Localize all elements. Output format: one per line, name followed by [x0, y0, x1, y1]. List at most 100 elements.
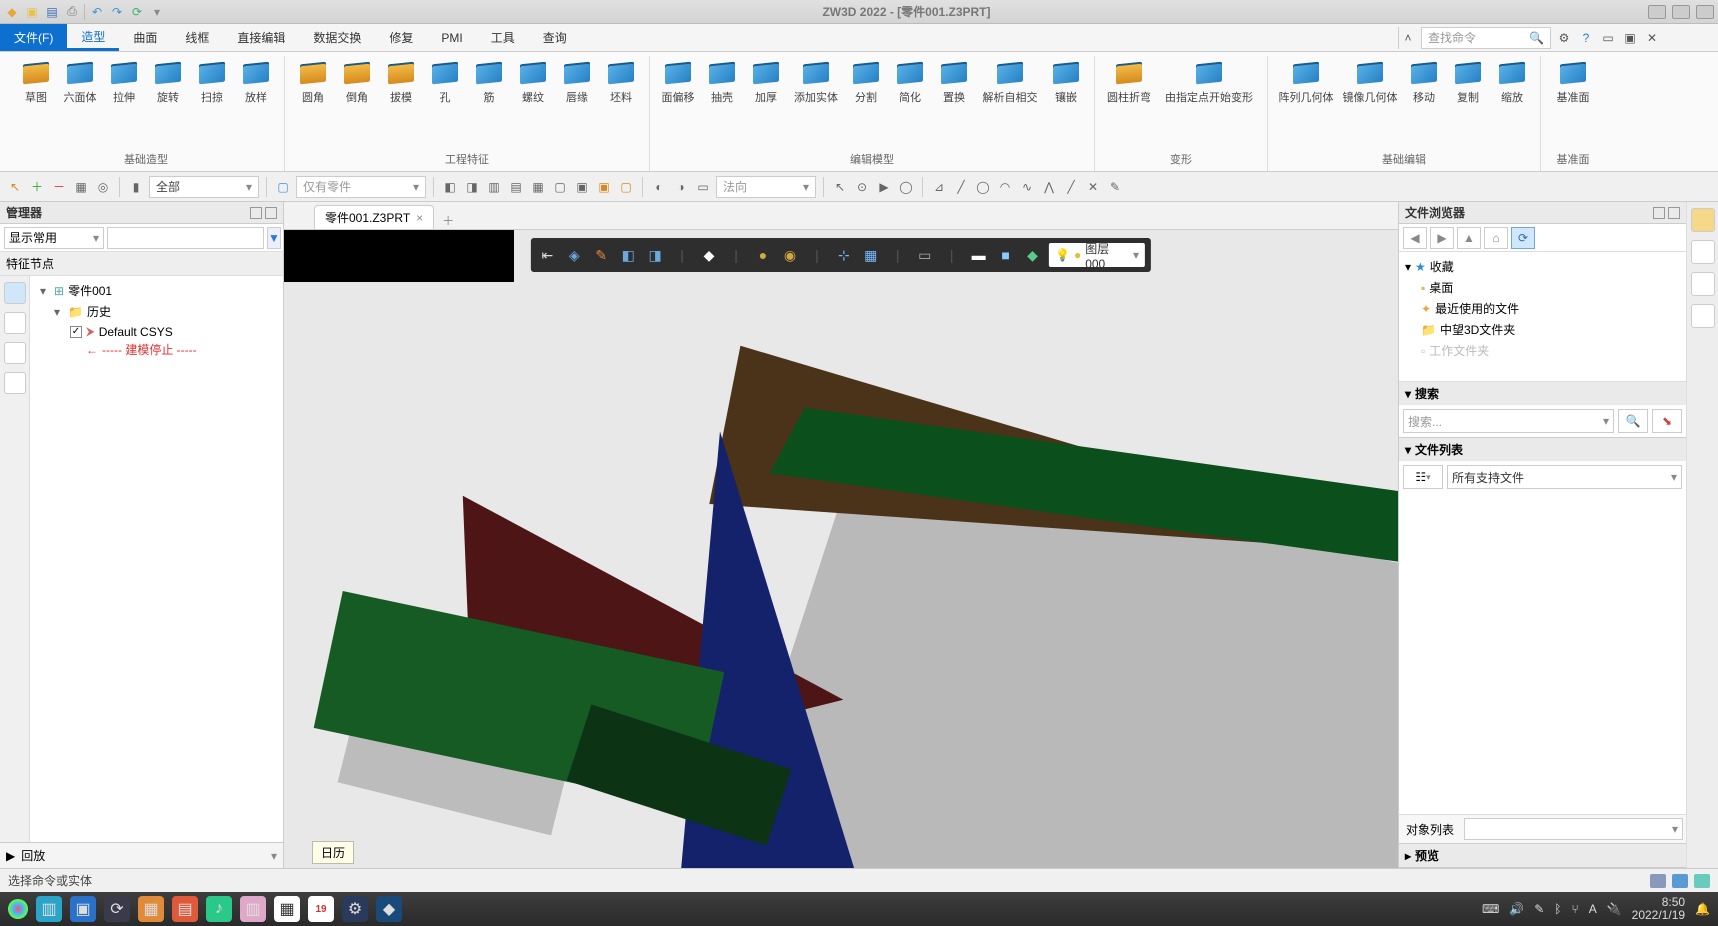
tb-ic[interactable]: ✕	[1084, 178, 1102, 196]
tb-ic[interactable]: ▶	[875, 178, 893, 196]
tb-app[interactable]: ⟳	[104, 896, 130, 922]
tree-root[interactable]: 零件001	[68, 282, 112, 299]
doc-tab[interactable]: 零件001.Z3PRT ×	[314, 205, 434, 229]
rbtn-analyze[interactable]: 解析自相交	[978, 56, 1042, 104]
save-icon[interactable]: ▤	[44, 4, 60, 20]
rbtn-extrude[interactable]: 拉伸	[104, 56, 144, 104]
tb-app[interactable]: ▣	[70, 896, 96, 922]
tree-hist[interactable]: 历史	[87, 303, 111, 320]
vtab-1[interactable]	[4, 282, 26, 304]
print-icon[interactable]: ⎙	[64, 4, 80, 20]
target-icon[interactable]: ◎	[94, 178, 112, 196]
filelist-header[interactable]: 文件列表	[1415, 441, 1463, 458]
zwfolder-label[interactable]: 中望3D文件夹	[1440, 321, 1515, 338]
v-green-icon[interactable]: ◆	[1022, 244, 1043, 266]
close2-icon[interactable]: ✕	[1643, 29, 1661, 47]
tb-app[interactable]: ▥	[36, 896, 62, 922]
status-ic1[interactable]	[1650, 874, 1666, 888]
tab-file[interactable]: 文件(F)	[0, 24, 67, 51]
v-axis-icon[interactable]: ⊹	[833, 244, 854, 266]
viewport[interactable]: ⇤ ◈ ✎ ◧ ◨ | ◆ | ● ◉ | ⊹ ▦ | ▭ | ▬ ■ ◆	[284, 230, 1398, 868]
tab-dataexchange[interactable]: 数据交换	[299, 24, 375, 51]
plus-icon[interactable]: ＋	[28, 178, 46, 196]
rbtn-hole[interactable]: 孔	[425, 56, 465, 104]
refresh-icon[interactable]: ⟳	[129, 4, 145, 20]
filter-input[interactable]	[107, 227, 264, 249]
start-icon[interactable]	[8, 899, 28, 919]
tb-ic[interactable]: ◐	[650, 178, 668, 196]
pin-icon[interactable]	[1653, 207, 1665, 219]
search-go[interactable]: 🔍	[1618, 409, 1648, 433]
search-header[interactable]: 搜索	[1415, 385, 1439, 402]
rbtn-rib[interactable]: 筋	[469, 56, 509, 104]
playback-dd[interactable]: ▾	[271, 849, 277, 863]
tab-directedit[interactable]: 直接编辑	[223, 24, 299, 51]
clock[interactable]: 8:50 2022/1/19	[1632, 896, 1685, 922]
redo-icon[interactable]: ↷	[109, 4, 125, 20]
tb-ic[interactable]: ↖	[831, 178, 849, 196]
desktop-label[interactable]: 桌面	[1429, 279, 1453, 296]
nav-fwd[interactable]: ▶	[1430, 227, 1454, 249]
select-dir-dropdown[interactable]: 法向▾	[716, 176, 816, 198]
search-input[interactable]: 搜索...▾	[1403, 409, 1614, 433]
tb-app[interactable]: ♪	[206, 896, 232, 922]
tb-app[interactable]: ▦	[138, 896, 164, 922]
tray-a-icon[interactable]: A	[1589, 902, 1597, 916]
tb-ic[interactable]: ╱	[1062, 178, 1080, 196]
tray-power-icon[interactable]: 🔌	[1607, 902, 1622, 916]
v-grid-icon[interactable]: ▦	[860, 244, 881, 266]
close-icon[interactable]	[1668, 207, 1680, 219]
rbtn-simplify[interactable]: 简化	[890, 56, 930, 104]
chart-icon[interactable]: ▮	[127, 178, 145, 196]
rbtn-thicken[interactable]: 加厚	[746, 56, 786, 104]
rbtn-sketch[interactable]: 草图	[16, 56, 56, 104]
filter-icon[interactable]: ▼	[267, 227, 281, 249]
pin-icon[interactable]	[250, 207, 262, 219]
v-gold-icon[interactable]: ●	[753, 244, 774, 266]
preview-header[interactable]: 预览	[1415, 847, 1439, 864]
maximize-button[interactable]	[1672, 5, 1690, 19]
tb-ic[interactable]: ▣	[595, 178, 613, 196]
tb-ic[interactable]: ◠	[996, 178, 1014, 196]
tb-ic[interactable]: ▦	[529, 178, 547, 196]
tb-ic[interactable]: ◯	[974, 178, 992, 196]
tb-ic[interactable]: ╱	[952, 178, 970, 196]
rbtn-addsolid[interactable]: 添加实体	[790, 56, 842, 104]
v-gold2-icon[interactable]: ◉	[779, 244, 800, 266]
v-black-icon[interactable]: ▬	[968, 244, 989, 266]
tray-volume-icon[interactable]: 🔊	[1509, 902, 1524, 916]
tb-ic[interactable]: ⊙	[853, 178, 871, 196]
dropdown-icon[interactable]: ▾	[149, 4, 165, 20]
tb-ic[interactable]: ▥	[485, 178, 503, 196]
v-screen-icon[interactable]: ▭	[914, 244, 935, 266]
tb-app[interactable]: ▥	[240, 896, 266, 922]
tab-query[interactable]: 查询	[529, 24, 581, 51]
tb-ic[interactable]: ⊿	[930, 178, 948, 196]
cursor-icon[interactable]: ↖	[6, 178, 24, 196]
minus-icon[interactable]: －	[50, 178, 68, 196]
rbtn-array[interactable]: 阵列几何体	[1276, 56, 1336, 104]
new-icon[interactable]: ◆	[4, 4, 20, 20]
rvtab-2[interactable]	[1691, 240, 1715, 264]
tray-keyboard-icon[interactable]: ⌨	[1482, 902, 1499, 916]
tab-tools[interactable]: 工具	[477, 24, 529, 51]
tray-pen-icon[interactable]: ✎	[1534, 902, 1544, 916]
rbtn-chamfer[interactable]: 倒角	[337, 56, 377, 104]
rbtn-move[interactable]: 移动	[1404, 56, 1444, 104]
display-dropdown[interactable]: 显示常用▾	[4, 227, 104, 249]
v-part-icon[interactable]: ◧	[618, 244, 639, 266]
rbtn-revolve[interactable]: 旋转	[148, 56, 188, 104]
rbtn-thread[interactable]: 螺纹	[513, 56, 553, 104]
rbtn-datum[interactable]: 基准面	[1549, 56, 1597, 104]
search-opt[interactable]: ⬊	[1652, 409, 1682, 433]
rbtn-offset[interactable]: 面偏移	[658, 56, 698, 104]
help-icon[interactable]: ?	[1577, 29, 1595, 47]
rbtn-replace[interactable]: 置换	[934, 56, 974, 104]
restore-icon[interactable]: ▣	[1621, 29, 1639, 47]
rbtn-loft[interactable]: 放样	[236, 56, 276, 104]
rbtn-lip[interactable]: 唇缘	[557, 56, 597, 104]
tray-usb-icon[interactable]: ⑂	[1571, 902, 1578, 916]
vtab-4[interactable]	[4, 372, 26, 394]
filter-icon[interactable]: ▦	[72, 178, 90, 196]
rbtn-ptdeform[interactable]: 由指定点开始变形	[1159, 56, 1259, 104]
